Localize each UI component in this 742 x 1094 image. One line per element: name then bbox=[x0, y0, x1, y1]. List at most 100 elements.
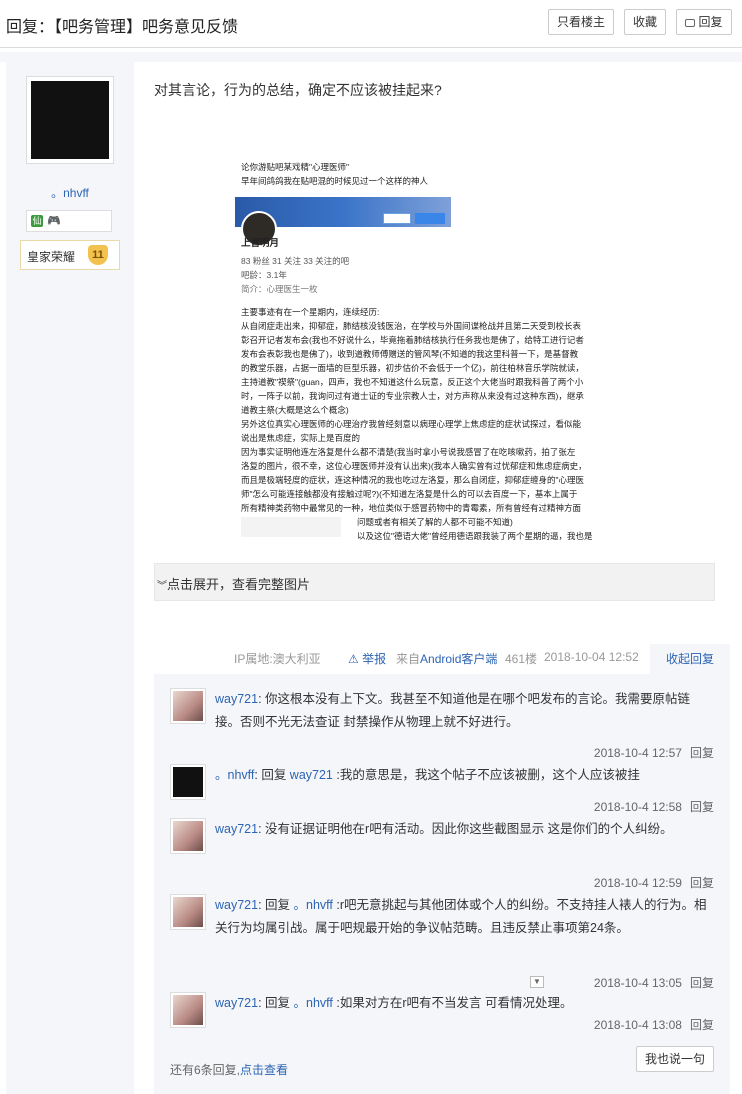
comment-text: 。nhvff: 回复 way721 :我的意思是，我这个帖子不应该被删，这个人应… bbox=[215, 764, 715, 787]
badge-level: 11 bbox=[88, 245, 108, 265]
ip-location: IP属地:澳大利亚 bbox=[234, 652, 321, 666]
comment-prefix: : 回复 bbox=[254, 768, 290, 782]
image-line: 简介：心理医生一枚 bbox=[241, 284, 318, 294]
comment-meta: 2018-10-4 13:08 回复 bbox=[594, 1016, 714, 1033]
image-line: 道教主祭(大概是这么个概念) bbox=[241, 405, 349, 415]
only-op-button[interactable]: 只看楼主 bbox=[548, 9, 614, 35]
image-line: 所有精神类药物中最常见的一种，地位类似于感冒药物中的青霉素，所有曾经有过精神方面 bbox=[241, 503, 582, 513]
comment-user[interactable]: 。nhvff bbox=[215, 768, 254, 782]
comment-reply-link[interactable]: 回复 bbox=[690, 746, 714, 760]
comment-user[interactable]: way721 bbox=[215, 822, 258, 836]
comment-reply-link[interactable]: 回复 bbox=[690, 976, 714, 990]
comment-user[interactable]: way721 bbox=[215, 692, 258, 706]
comment-text: way721: 没有证据证明他在r吧有活动。因此你这些截图显示 这是你们的个人纠… bbox=[215, 818, 715, 841]
post-image[interactable]: 论你游贴吧某戏精"心理医师" 早年间鸽鸽我在贴吧混的时候见过一个这样的神人 上官… bbox=[235, 155, 641, 625]
comment-meta: 2018-10-4 12:58 回复 bbox=[594, 798, 714, 815]
avatar-image bbox=[173, 897, 203, 927]
favorite-button[interactable]: 收藏 bbox=[624, 9, 666, 35]
image-line: 彰召开记者发布会(我也不好说什么，毕竟拖着肺结核执行任务我也是佛了，给特工进行记… bbox=[241, 335, 584, 345]
comment-target[interactable]: way721 bbox=[290, 768, 333, 782]
comment-meta: 2018-10-4 13:05 回复 bbox=[594, 974, 714, 991]
post-text: 对其言论，行为的总结，确定不应该被挂起来? bbox=[154, 82, 442, 98]
image-line: 因为事实证明他连左洛复是什么都不清楚(我当时拿小号说我感冒了在吃咳嗽药，拍了张左 bbox=[241, 447, 576, 457]
comment-avatar[interactable] bbox=[170, 688, 206, 724]
image-line: 而且是极端轻度的症状，连这种情况的我也吃过左洛复，那么自闭症，抑郁症缠身的"心理… bbox=[241, 475, 585, 485]
thread-title: 回复：【吧务管理】吧务意见反馈 bbox=[6, 19, 239, 36]
comment-text: way721: 你这根本没有上下文。我甚至不知道他是在哪个吧发布的言论。我需要原… bbox=[215, 688, 715, 734]
add-comment-button[interactable]: 我也说一句 bbox=[636, 1046, 714, 1072]
badge-title: 皇家荣耀 bbox=[27, 250, 76, 264]
image-line: 洛复的图片，很不幸，这位心理医师并没有认出来)(我本人确实曾有过忧郁症和焦虑症病… bbox=[241, 461, 587, 471]
image-line: 主持道教"禊祭"(guan，四声，我也不知道这什么玩意，反正这个大佬当时跟我科普… bbox=[241, 377, 584, 387]
image-line: 吧龄：3.1年 bbox=[241, 270, 287, 280]
author-panel: 。nhvff 仙 🎮 皇家荣耀 11 bbox=[6, 62, 134, 1094]
image-line: 从自闭症走出来，抑郁症，肺结核没钱医治，在学校与外国间谍枪战并且第二天受到校长表 bbox=[241, 321, 582, 331]
image-line: 83 粉丝 31 关注 33 关注的吧 bbox=[241, 256, 350, 266]
avatar-image bbox=[173, 691, 203, 721]
member-icon: 仙 bbox=[31, 215, 43, 227]
comment-avatar[interactable] bbox=[170, 818, 206, 854]
comment-meta: 2018-10-4 12:59 回复 bbox=[594, 874, 714, 891]
comment-icon bbox=[685, 19, 696, 27]
comment-text: way721: 回复 。nhvff :如果对方在r吧有不当发言 可看情况处理。 bbox=[215, 992, 715, 1015]
expand-label: 点击展开，查看完整图片 bbox=[167, 577, 311, 592]
comment-reply-link[interactable]: 回复 bbox=[690, 800, 714, 814]
post-content: 对其言论，行为的总结，确定不应该被挂起来? 论你游贴吧某戏精"心理医师" 早年间… bbox=[134, 62, 742, 1094]
avatar-image bbox=[173, 995, 203, 1025]
comment-avatar[interactable] bbox=[170, 894, 206, 930]
image-line: 的教堂乐器，占据一面墙的巨型乐器，初步估价不会低于一个亿)，前往柏林音乐学院就读… bbox=[241, 363, 584, 373]
floor-number: 461楼 bbox=[505, 652, 538, 666]
collapse-replies-button[interactable]: 收起回复 bbox=[650, 644, 730, 674]
image-line: 说出是焦虑症，实际上是百度的 bbox=[241, 433, 361, 443]
comment-time: 2018-10-4 13:05 bbox=[593, 976, 682, 990]
author-name[interactable]: 。nhvff bbox=[6, 184, 134, 201]
image-line: 以及这位"德语大佬"曾经用德语跟我装了两个星期的逼，我也是 bbox=[357, 531, 593, 541]
author-avatar[interactable] bbox=[26, 76, 114, 164]
comment-prefix: : 回复 bbox=[258, 898, 294, 912]
image-thumbnail bbox=[241, 517, 341, 537]
comment-time: 2018-10-4 12:59 bbox=[593, 876, 682, 890]
level-badge[interactable]: 皇家荣耀 11 bbox=[20, 240, 120, 270]
comment-time: 2018-10-4 13:08 bbox=[593, 1018, 682, 1032]
comment-list: way721: 你这根本没有上下文。我甚至不知道他是在哪个吧发布的言论。我需要原… bbox=[154, 674, 730, 1094]
image-button bbox=[383, 213, 411, 224]
comment-avatar[interactable] bbox=[170, 764, 206, 800]
warning-icon: ⚠ bbox=[348, 652, 363, 666]
expand-image-button[interactable]: ︾点击展开，查看完整图片 bbox=[154, 563, 715, 601]
comment-target[interactable]: 。nhvff bbox=[294, 996, 333, 1010]
comment-body: : 你这根本没有上下文。我甚至不知道他是在哪个吧发布的言论。我需要原帖链接。否则… bbox=[215, 692, 691, 729]
comment-user[interactable]: way721 bbox=[215, 898, 258, 912]
comment-reply-link[interactable]: 回复 bbox=[690, 876, 714, 890]
image-line: 论你游贴吧某戏精"心理医师" bbox=[241, 162, 350, 172]
divider bbox=[0, 52, 742, 62]
comment-avatar[interactable] bbox=[170, 992, 206, 1028]
image-line: 发布会表彰我也是佛了)，收到道教师傅赠送的管风琴(不知道的我这里科普一下，是基督… bbox=[241, 349, 579, 359]
image-line: 主要事迹有在一个星期内，连续经历: bbox=[241, 307, 380, 317]
image-line: 问题或者有相关了解的人都不可能不知道) bbox=[357, 517, 513, 527]
comment-time: 2018-10-4 12:57 bbox=[593, 746, 682, 760]
comment-time: 2018-10-4 12:58 bbox=[593, 800, 682, 814]
comment-meta: 2018-10-4 12:57 回复 bbox=[594, 744, 714, 761]
reply-button[interactable]: 回复 bbox=[676, 9, 732, 35]
image-line: 早年间鸽鸽我在贴吧混的时候见过一个这样的神人 bbox=[241, 176, 429, 186]
avatar-image bbox=[31, 81, 109, 159]
comment-body: :我的意思是，我这个帖子不应该被删，这个人应该被挂 bbox=[332, 768, 640, 782]
image-line: 时，一阵子以前，我询问过有道士证的专业宗教人士，对方声称从来没有过这种东西)，继… bbox=[241, 391, 584, 401]
view-more-link[interactable]: 点击查看 bbox=[240, 1063, 288, 1077]
image-line: 另外这位真实心理医师的心理治疗我曾经刻意以病理心理学上焦虑症的症状试探过，看似能 bbox=[241, 419, 582, 429]
comment-user[interactable]: way721 bbox=[215, 996, 258, 1010]
report-label: 举报 bbox=[362, 652, 387, 666]
image-button bbox=[415, 213, 445, 224]
comment-reply-link[interactable]: 回复 bbox=[690, 1018, 714, 1032]
comment-prefix: : 回复 bbox=[258, 996, 294, 1010]
comment-target[interactable]: 。nhvff bbox=[294, 898, 333, 912]
game-icon: 🎮 bbox=[47, 215, 61, 227]
chevron-down-icon[interactable]: ▼ bbox=[530, 976, 544, 988]
more-replies-count: 还有6条回复, bbox=[170, 1063, 241, 1077]
client-link[interactable]: Android客户端 bbox=[420, 652, 497, 666]
more-replies: 还有6条回复,点击查看 bbox=[170, 1061, 288, 1078]
reply-button-label: 回复 bbox=[698, 15, 723, 29]
report-link[interactable]: ⚠ 举报 bbox=[348, 650, 386, 667]
comment-body: :如果对方在r吧有不当发言 可看情况处理。 bbox=[332, 996, 573, 1010]
post-time: 2018-10-04 12:52 bbox=[544, 650, 639, 664]
